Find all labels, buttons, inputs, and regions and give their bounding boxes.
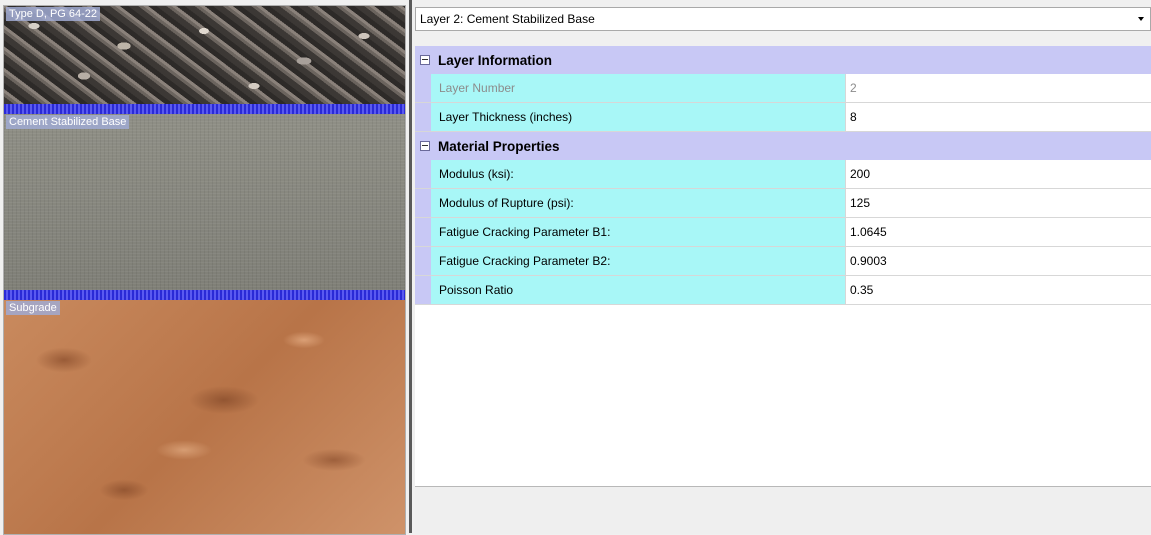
collapse-icon[interactable] [420,55,430,65]
property-value-field[interactable]: 1.0645 [846,218,1151,246]
splitter[interactable] [409,0,412,533]
category-name: Layer Information [438,52,553,68]
property-row-layer-number[interactable]: Layer Number 2 [415,74,1151,103]
property-name: Layer Number [431,74,846,102]
property-name: Modulus of Rupture (psi): [431,189,846,217]
row-margin [415,189,431,217]
row-margin [415,218,431,246]
property-name: Fatigue Cracking Parameter B2: [431,247,846,275]
property-row-modulus-of-rupture[interactable]: Modulus of Rupture (psi): 125 [415,189,1151,218]
row-margin [415,276,431,304]
property-row-fatigue-b2[interactable]: Fatigue Cracking Parameter B2: 0.9003 [415,247,1151,276]
property-name: Fatigue Cracking Parameter B1: [431,218,846,246]
property-value-field[interactable]: 125 [846,189,1151,217]
layer-separator[interactable] [4,104,405,114]
layer-cement-stabilized-base[interactable]: Cement Stabilized Base [4,114,405,290]
property-grid: Layer Information Layer Number 2 Layer T… [415,46,1151,486]
properties-panel: Layer 2: Cement Stabilized Base Layer In… [415,7,1151,534]
layer-separator[interactable] [4,290,405,300]
layer-surface-asphalt[interactable]: Type D, PG 64-22 [4,6,405,104]
property-row-fatigue-b1[interactable]: Fatigue Cracking Parameter B1: 1.0645 [415,218,1151,247]
selected-layer: Layer 2: Cement Stabilized Base [420,12,595,26]
property-name: Modulus (ksi): [431,160,846,188]
property-row-layer-thickness[interactable]: Layer Thickness (inches) 8 [415,103,1151,132]
property-name: Layer Thickness (inches) [431,103,846,131]
row-margin [415,247,431,275]
layer-label: Type D, PG 64-22 [6,7,101,21]
property-value-field[interactable]: 8 [846,103,1151,131]
chevron-down-icon[interactable] [1138,17,1144,21]
property-value-field[interactable]: 0.35 [846,276,1151,304]
property-name: Poisson Ratio [431,276,846,304]
collapse-icon[interactable] [420,141,430,151]
property-row-poisson-ratio[interactable]: Poisson Ratio 0.35 [415,276,1151,305]
row-margin [415,160,431,188]
layer-selector-dropdown[interactable]: Layer 2: Cement Stabilized Base [415,7,1151,31]
property-value: 2 [846,74,1151,102]
row-margin [415,103,431,131]
layer-label: Cement Stabilized Base [6,115,130,129]
layer-label: Subgrade [6,301,60,315]
property-value-field[interactable]: 0.9003 [846,247,1151,275]
category-material-properties[interactable]: Material Properties [415,132,1151,160]
row-margin [415,74,431,102]
category-name: Material Properties [438,138,560,154]
property-value-field[interactable]: 200 [846,160,1151,188]
layer-subgrade[interactable]: Subgrade [4,300,405,534]
pavement-layer-stack: Type D, PG 64-22 Cement Stabilized Base … [3,5,406,535]
category-layer-information[interactable]: Layer Information [415,46,1151,74]
description-pane [415,486,1151,534]
property-row-modulus[interactable]: Modulus (ksi): 200 [415,160,1151,189]
